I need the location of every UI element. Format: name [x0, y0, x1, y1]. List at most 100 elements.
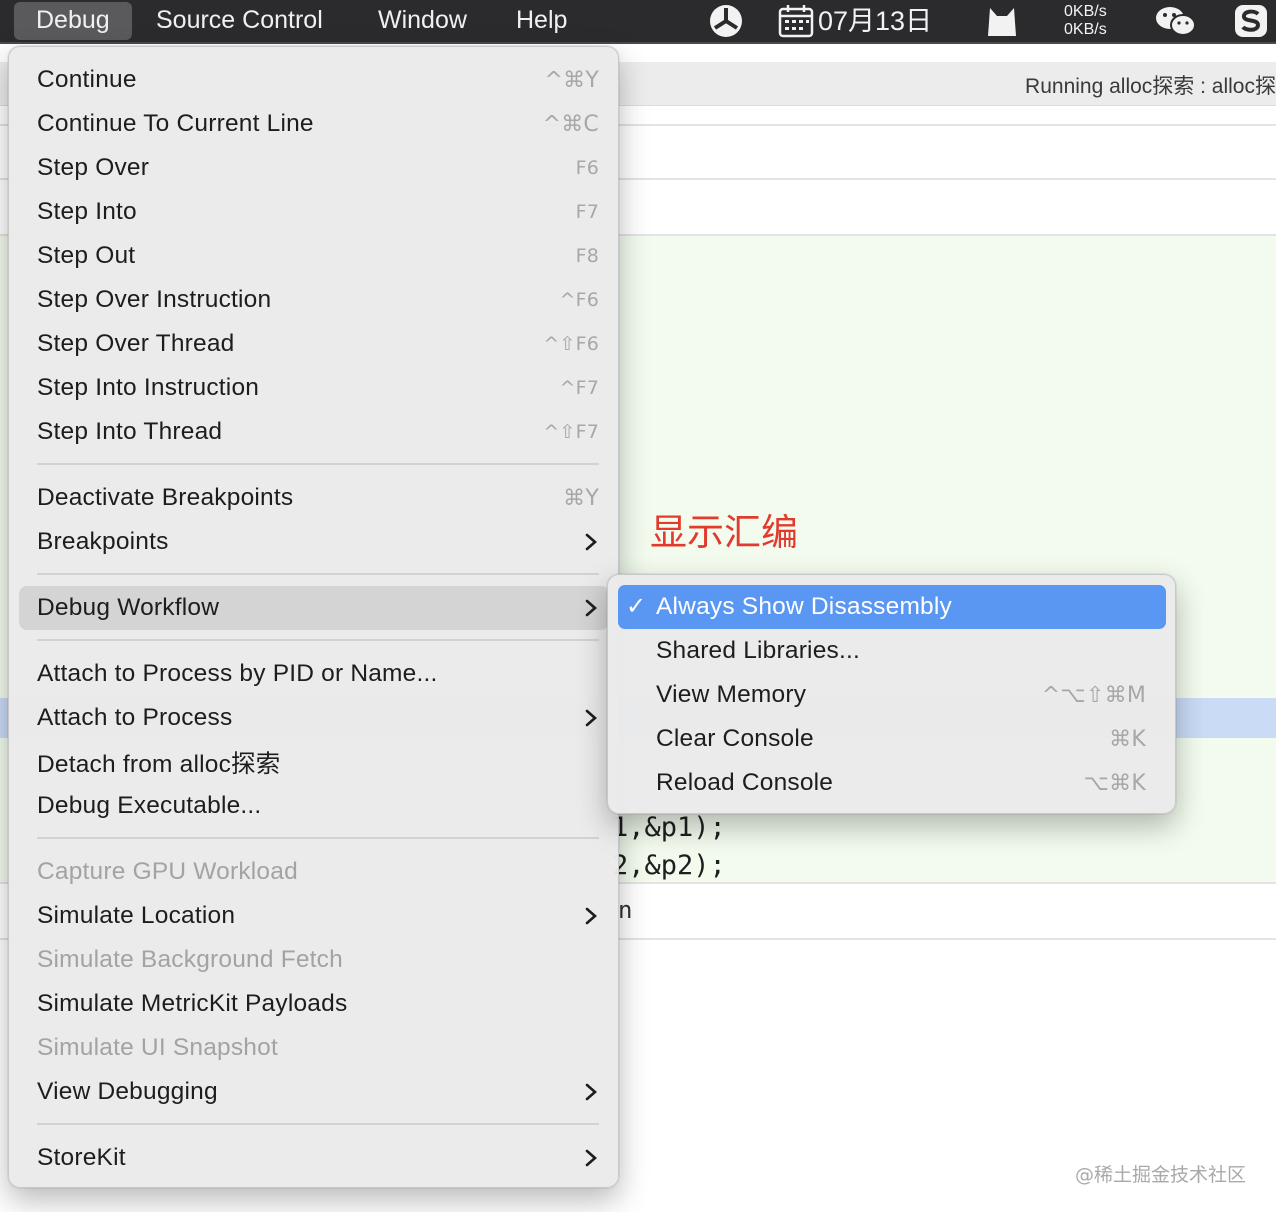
menu-item-label: Attach to Process — [37, 704, 233, 731]
download-speed: 0KB/s — [1064, 21, 1107, 38]
menu-item-simulate-background-fetch: Simulate Background Fetch — [19, 938, 609, 982]
calendar-icon[interactable] — [778, 0, 814, 42]
upload-speed: 0KB/s — [1064, 3, 1107, 20]
menu-item-label: StoreKit — [37, 1144, 126, 1171]
menu-item-attach-to-process[interactable]: Attach to Process — [19, 696, 609, 740]
menu-item-label: Continue To Current Line — [37, 110, 314, 137]
menu-item-step-into-thread[interactable]: Step Into Thread ^⇧F7 — [19, 410, 609, 454]
shortcut-label: F8 — [575, 245, 599, 267]
menu-separator — [37, 1123, 599, 1125]
shortcut-label: ^⌘C — [542, 111, 599, 137]
menu-item-view-memory[interactable]: View Memory ^⌥⇧⌘M — [618, 673, 1166, 717]
menu-separator — [37, 639, 599, 641]
menu-item-reload-console[interactable]: Reload Console ⌥⌘K — [618, 761, 1166, 805]
menu-item-label: Capture GPU Workload — [37, 858, 298, 885]
chevron-right-icon — [585, 1149, 597, 1167]
menu-item-label: Simulate UI Snapshot — [37, 1034, 278, 1061]
menu-item-step-into-instruction[interactable]: Step Into Instruction ^F7 — [19, 366, 609, 410]
shortcut-label: ^⇧F6 — [543, 333, 599, 355]
menu-item-label: Detach from alloc探索 — [37, 750, 281, 778]
menu-item-step-into[interactable]: Step Into F7 — [19, 190, 609, 234]
menubar-item-help[interactable]: Help — [494, 0, 589, 42]
menu-item-storekit[interactable]: StoreKit — [19, 1136, 609, 1180]
checkmark-icon: ✓ — [626, 593, 647, 620]
debug-workflow-submenu: ✓ Always Show Disassembly Shared Librari… — [607, 574, 1176, 814]
menu-item-always-show-disassembly[interactable]: ✓ Always Show Disassembly — [618, 585, 1166, 629]
menu-item-label: Step Into Instruction — [37, 374, 260, 401]
menu-item-label: Simulate Background Fetch — [37, 946, 343, 973]
menu-item-label: View Debugging — [37, 1078, 218, 1105]
chevron-right-icon — [585, 533, 597, 551]
running-status: Running alloc探索 : alloc探 — [1025, 75, 1276, 98]
menu-item-label: Step Over — [37, 154, 150, 181]
menubar-item-window[interactable]: Window — [356, 0, 489, 42]
menu-item-label: Shared Libraries... — [656, 637, 860, 664]
menu-item-continue-to-current-line[interactable]: Continue To Current Line ^⌘C — [19, 102, 609, 146]
console-text: n — [618, 896, 633, 924]
menu-item-simulate-metrickit[interactable]: Simulate MetricKit Payloads — [19, 982, 609, 1026]
debug-menu: Continue ^⌘Y Continue To Current Line ^⌘… — [8, 46, 619, 1188]
menu-item-label: Simulate Location — [37, 902, 236, 929]
menubar-item-debug[interactable]: Debug — [14, 2, 132, 40]
menu-item-simulate-location[interactable]: Simulate Location — [19, 894, 609, 938]
shortcut-label: ^⇧F7 — [543, 421, 599, 443]
menu-item-label: Deactivate Breakpoints — [37, 484, 294, 511]
menu-item-label: Step Into Thread — [37, 418, 223, 445]
menu-item-shared-libraries[interactable]: Shared Libraries... — [618, 629, 1166, 673]
menu-item-label: Always Show Disassembly — [656, 593, 952, 620]
menu-item-detach[interactable]: Detach from alloc探索 — [19, 740, 609, 784]
menu-separator — [37, 573, 599, 575]
chevron-right-icon — [585, 709, 597, 727]
menu-item-label: Attach to Process by PID or Name... — [37, 660, 438, 687]
menu-item-attach-by-pid[interactable]: Attach to Process by PID or Name... — [19, 652, 609, 696]
menu-item-label: View Memory — [656, 681, 807, 708]
menu-item-step-over-thread[interactable]: Step Over Thread ^⇧F6 — [19, 322, 609, 366]
menu-item-deactivate-breakpoints[interactable]: Deactivate Breakpoints ⌘Y — [19, 476, 609, 520]
shortcut-label: F6 — [575, 157, 599, 179]
menu-item-label: Clear Console — [656, 725, 814, 752]
cat-icon[interactable] — [984, 0, 1020, 42]
menubar-date[interactable]: 07月13日 — [818, 0, 932, 42]
menu-item-debug-executable[interactable]: Debug Executable... — [19, 784, 609, 828]
menu-item-debug-workflow[interactable]: Debug Workflow — [19, 586, 609, 630]
sogou-input-icon[interactable] — [1234, 0, 1268, 42]
menu-item-label: Debug Workflow — [37, 594, 220, 621]
status-app-icon[interactable] — [708, 0, 744, 42]
menubar-item-source-control[interactable]: Source Control — [134, 0, 345, 42]
chevron-right-icon — [585, 599, 597, 617]
chevron-right-icon — [585, 1083, 597, 1101]
shortcut-label: ^⌘Y — [544, 67, 599, 93]
shortcut-label: ^F6 — [559, 289, 599, 311]
shortcut-label: ⌘K — [1109, 726, 1146, 752]
chevron-right-icon — [585, 907, 597, 925]
menu-item-capture-gpu-workload: Capture GPU Workload — [19, 850, 609, 894]
menu-item-step-out[interactable]: Step Out F8 — [19, 234, 609, 278]
watermark: @稀土掘金技术社区 — [1074, 1164, 1246, 1186]
wechat-icon[interactable] — [1154, 0, 1198, 42]
annotation-label: 显示汇编 — [650, 511, 798, 554]
menu-item-breakpoints[interactable]: Breakpoints — [19, 520, 609, 564]
code-line: 1,&p1); — [612, 812, 726, 843]
menu-item-step-over[interactable]: Step Over F6 — [19, 146, 609, 190]
menu-item-label: Step Over Thread — [37, 330, 235, 357]
code-line: 2,&p2); — [612, 850, 726, 881]
menu-item-view-debugging[interactable]: View Debugging — [19, 1070, 609, 1114]
menu-item-label: Simulate MetricKit Payloads — [37, 990, 348, 1017]
shortcut-label: ⌥⌘K — [1083, 770, 1146, 796]
menu-item-continue[interactable]: Continue ^⌘Y — [19, 58, 609, 102]
menu-separator — [37, 837, 599, 839]
shortcut-label: F7 — [575, 201, 599, 223]
menu-item-label: Step Out — [37, 242, 136, 269]
menu-item-label: Debug Executable... — [37, 792, 262, 819]
menu-item-simulate-ui-snapshot: Simulate UI Snapshot — [19, 1026, 609, 1070]
menu-item-label: Reload Console — [656, 769, 834, 796]
network-speed[interactable]: 0KB/s 0KB/s — [1064, 3, 1107, 39]
shortcut-label: ⌘Y — [563, 485, 599, 511]
menu-item-label: Breakpoints — [37, 528, 169, 555]
menu-separator — [37, 463, 599, 465]
menu-item-step-over-instruction[interactable]: Step Over Instruction ^F6 — [19, 278, 609, 322]
shortcut-label: ^F7 — [559, 377, 599, 399]
menu-item-label: Continue — [37, 66, 137, 93]
menu-item-label: Step Over Instruction — [37, 286, 272, 313]
menu-item-clear-console[interactable]: Clear Console ⌘K — [618, 717, 1166, 761]
